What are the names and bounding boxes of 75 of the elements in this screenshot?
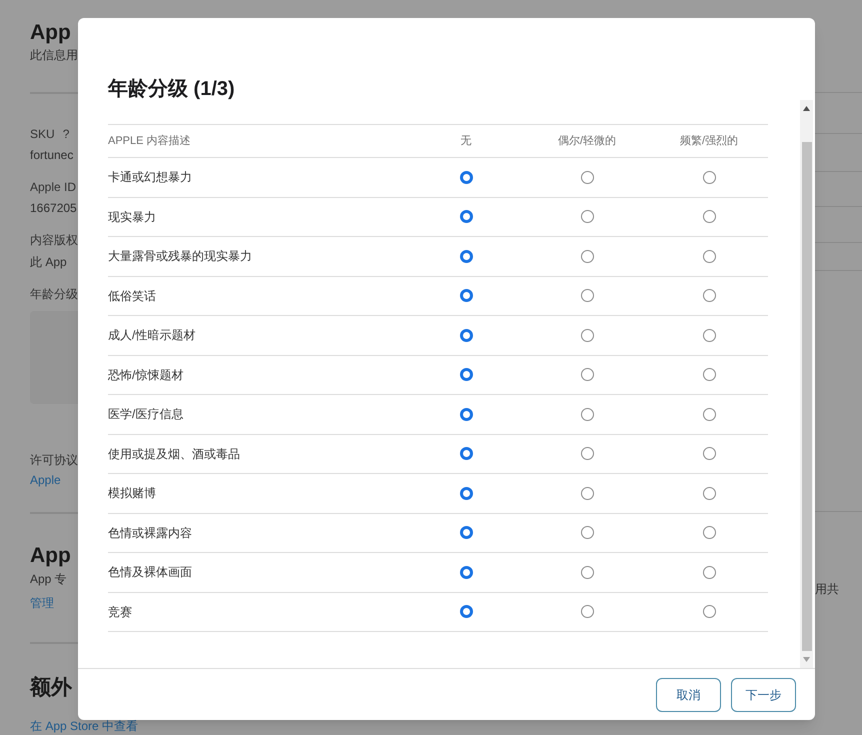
radio-button[interactable] <box>580 605 594 618</box>
field-value: 用共 <box>815 581 840 598</box>
column-header: 无 <box>460 134 472 147</box>
rating-label: 大量露骨或残暴的现实暴力 <box>108 249 252 264</box>
radio-button[interactable] <box>580 447 594 460</box>
rating-label: 现实暴力 <box>108 210 156 224</box>
radio-button[interactable] <box>580 170 594 184</box>
rating-label: 恐怖/惊悚题材 <box>108 368 184 382</box>
field-label: 许可协议 <box>30 452 78 470</box>
radio-button[interactable] <box>460 566 472 579</box>
radio-button[interactable] <box>702 210 716 224</box>
radio-button[interactable] <box>460 447 472 460</box>
radio-button[interactable] <box>580 526 594 540</box>
radio-button[interactable] <box>702 605 716 618</box>
radio-button[interactable] <box>702 408 716 421</box>
section-heading: 额外 <box>30 674 72 701</box>
radio-button[interactable] <box>460 526 472 540</box>
radio-button[interactable] <box>580 566 594 579</box>
radio-button[interactable] <box>460 289 472 302</box>
radio-button[interactable] <box>460 368 472 382</box>
radio-button[interactable] <box>580 328 594 342</box>
rating-label: 使用或提及烟、酒或毒品 <box>108 446 240 461</box>
rating-label: 竞赛 <box>108 604 132 619</box>
section-heading: App <box>30 20 71 46</box>
column-header: 偶尔/轻微的 <box>558 134 616 147</box>
radio-button[interactable] <box>702 526 716 540</box>
radio-button[interactable] <box>580 486 594 500</box>
section-heading: App <box>30 543 71 570</box>
radio-button[interactable] <box>702 289 716 302</box>
dialog-title: 年龄分级 (1/3) <box>108 78 235 100</box>
link[interactable]: 在 App Store 中查看 <box>30 718 138 733</box>
rating-label: 成人/性暗示题材 <box>108 328 196 342</box>
radio-button[interactable] <box>580 210 594 224</box>
radio-button[interactable] <box>460 250 472 263</box>
field-value: fortunec <box>30 146 74 164</box>
radio-button[interactable] <box>702 328 716 342</box>
radio-button[interactable] <box>460 170 472 184</box>
field-value: App 专 <box>30 571 67 588</box>
column-header: APPLE 内容描述 <box>108 134 191 147</box>
field-label: Apple ID <box>30 178 76 196</box>
rating-label: 模拟赌博 <box>108 486 156 500</box>
scroll-up-arrow-icon[interactable] <box>803 106 810 111</box>
radio-button[interactable] <box>702 486 716 500</box>
help-icon[interactable]: ? <box>62 124 70 143</box>
dialog-button[interactable]: 下一步 <box>731 678 796 712</box>
field-value: 此 App <box>30 254 67 271</box>
radio-button[interactable] <box>702 566 716 579</box>
column-header: 频繁/强烈的 <box>680 134 738 147</box>
rating-label: 医学/医疗信息 <box>108 407 184 422</box>
radio-button[interactable] <box>460 605 472 618</box>
link[interactable]: 管理 <box>30 596 54 610</box>
radio-button[interactable] <box>702 170 716 184</box>
radio-button[interactable] <box>460 408 472 421</box>
rating-label: 低俗笑话 <box>108 288 156 303</box>
field-label: SKU <box>30 126 55 143</box>
radio-button[interactable] <box>460 486 472 500</box>
field-label: 内容版权 <box>30 232 78 249</box>
field-value: 1667205 <box>30 200 77 217</box>
field-label: 年龄分级 <box>30 286 78 303</box>
rating-label: 卡通或幻想暴力 <box>108 170 192 184</box>
radio-button[interactable] <box>580 250 594 263</box>
rating-label: 色情及裸体画面 <box>108 565 192 580</box>
link[interactable]: Apple <box>30 473 61 488</box>
radio-button[interactable] <box>702 447 716 460</box>
radio-button[interactable] <box>702 368 716 382</box>
radio-button[interactable] <box>580 368 594 382</box>
radio-button[interactable] <box>460 328 472 342</box>
rating-label: 色情或裸露内容 <box>108 526 192 540</box>
radio-button[interactable] <box>702 250 716 263</box>
field-value: 此信息用 <box>30 47 78 64</box>
radio-button[interactable] <box>460 210 472 224</box>
radio-button[interactable] <box>580 408 594 421</box>
scroll-down-arrow-icon[interactable] <box>803 657 810 662</box>
dialog-button[interactable]: 取消 <box>656 678 721 712</box>
radio-button[interactable] <box>580 289 594 302</box>
